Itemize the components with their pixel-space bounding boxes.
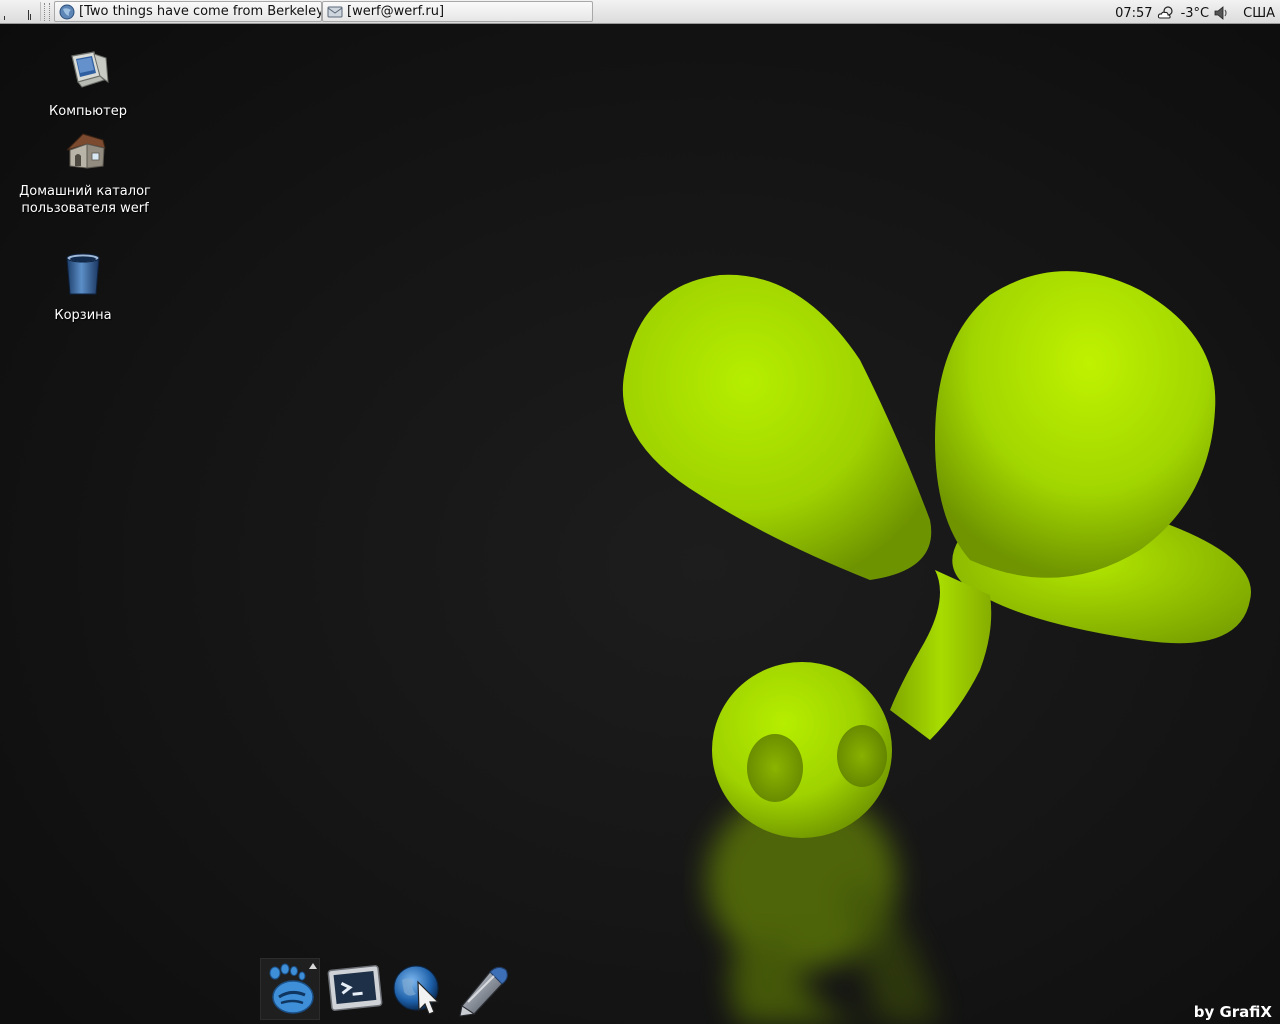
terminal-icon [327, 965, 383, 1011]
top-panel: [Two things have come from Berkeley [wer… [0, 0, 1280, 24]
panel-separator [44, 3, 50, 21]
computer-icon [71, 51, 109, 88]
mail-client-icon [327, 6, 343, 17]
gnome-foot-icon [269, 963, 317, 1014]
desktop-icon-trash[interactable]: Корзина [38, 250, 128, 324]
taskbar-item-label: [Two things have come from Berkeley [79, 4, 322, 19]
dock-item-gnome-menu[interactable] [260, 958, 320, 1020]
wallpaper-signature: by GrafiX [1193, 1003, 1272, 1021]
browser-icon [59, 4, 75, 19]
desktop-icon-home-folder[interactable]: Домашний каталог пользователя werf [10, 126, 160, 217]
desktop-icon-label: Компьютер [49, 104, 127, 119]
desktop-icon-label-line1: Домашний каталог [19, 184, 151, 199]
sprout-stem [890, 570, 992, 740]
sprout-leaf-left [622, 274, 932, 580]
dock-item-terminal[interactable] [324, 958, 384, 1020]
trash-icon [66, 253, 100, 295]
wallpaper-sprout [622, 271, 1251, 1024]
sprout-eye-right [837, 725, 887, 787]
dock-item-web-browser[interactable] [388, 958, 448, 1020]
weather-temperature[interactable]: -3°C [1181, 6, 1210, 21]
dock-item-text-editor[interactable] [452, 958, 512, 1020]
signal-bars-icon [4, 10, 31, 20]
taskbar-item-browser[interactable]: [Two things have come from Berkeley [54, 1, 322, 22]
menu-button[interactable] [0, 2, 41, 21]
desktop-icon-label: Корзина [54, 308, 112, 323]
desktop-icon-computer[interactable]: Компьютер [38, 46, 138, 120]
desktop-icon-label-line2: пользователя werf [21, 201, 149, 216]
home-folder-icon [66, 133, 106, 169]
taskbar-item-mail[interactable]: [werf@werf.ru] [322, 1, 593, 22]
web-browser-icon [393, 965, 440, 1015]
pen-editor-icon [459, 966, 508, 1017]
taskbar-item-label: [werf@werf.ru] [347, 4, 445, 19]
system-tray: 07:57 -3°C США [1115, 3, 1280, 23]
keyboard-layout-indicator[interactable]: США [1243, 6, 1275, 21]
speaker-icon[interactable] [1213, 5, 1229, 21]
clock[interactable]: 07:57 [1115, 6, 1152, 21]
cloud-sun-icon[interactable] [1157, 5, 1175, 21]
sprout-eye-left [747, 734, 803, 802]
